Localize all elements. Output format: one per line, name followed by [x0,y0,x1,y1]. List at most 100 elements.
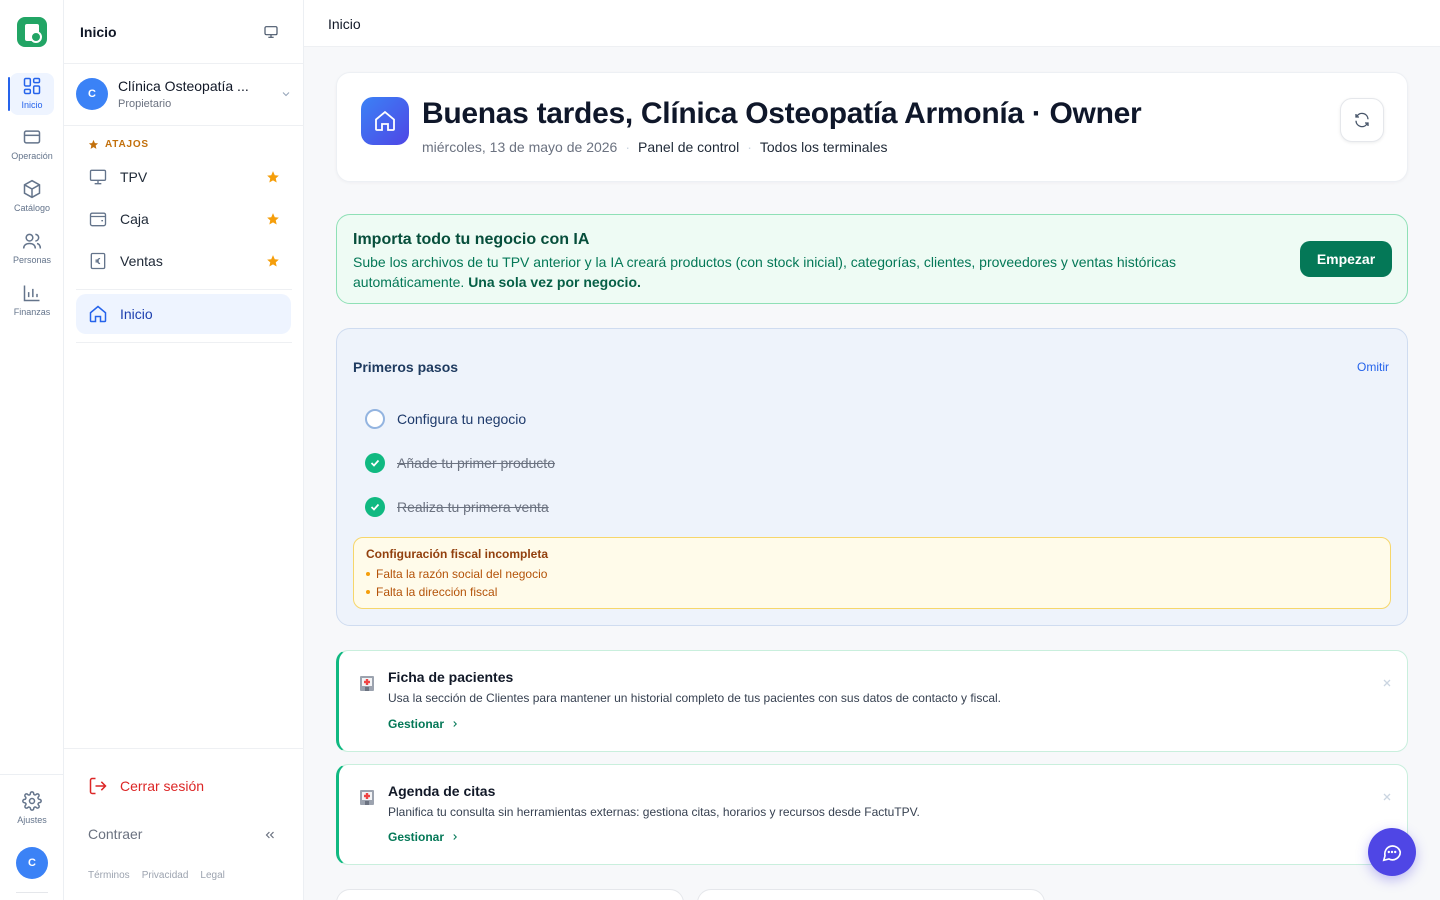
check-circle-icon [365,497,385,517]
shortcut-label: TPV [120,169,148,185]
org-avatar: C [76,78,108,110]
start-import-button[interactable]: Empezar [1300,241,1392,277]
chat-bubble-icon [1382,845,1402,862]
rail-label: Catálogo [13,203,51,213]
sidebar-divider [76,289,292,290]
onboarding-title: Primeros pasos [353,359,459,375]
card-title: Ficha de pacientes [388,669,514,685]
page-title: Buenas tardes, Clínica Osteopatía Armoní… [422,97,1142,130]
topbar: Inicio [304,0,1440,47]
separator-dot: · [747,139,752,155]
chevrons-left-icon[interactable] [263,828,277,842]
manage-link[interactable]: Gestionar [388,830,460,844]
shortcut-caja[interactable]: Caja [76,199,292,239]
onboarding-card: Primeros pasos Omitir Configura tu negoc… [336,328,1408,626]
star-icon[interactable] [266,212,280,226]
monitor-icon[interactable] [262,24,280,40]
home-badge [361,97,409,145]
rail-item-inicio[interactable]: Inicio [0,71,64,115]
manage-link[interactable]: Gestionar [388,717,460,731]
gear-icon [22,791,42,811]
star-icon[interactable] [266,254,280,268]
user-avatar[interactable]: C [16,847,48,879]
import-emphasis: Una sola vez por negocio. [468,274,641,290]
close-icon[interactable] [1381,677,1393,689]
credit-card-icon [23,130,41,144]
rail-label: Personas [12,255,52,265]
rail-label: Operación [11,151,53,161]
rail-item-finanzas[interactable]: Finanzas [0,278,64,322]
rail-item-personas[interactable]: Personas [0,226,64,270]
chat-button[interactable] [1368,828,1416,876]
org-role: Propietario [118,98,172,110]
refresh-icon [1355,112,1369,128]
users-icon [22,233,42,249]
receipt-logo-icon [25,23,42,43]
onboarding-step[interactable]: Añade tu primer producto [365,452,555,474]
star-icon [88,139,99,149]
logout-button[interactable]: Cerrar sesión [88,776,204,796]
sidebar-divider [64,748,304,749]
import-title: Importa todo tu negocio con IA [353,231,590,248]
separator-dot: · [625,139,631,155]
ai-import-banner: Importa todo tu negocio con IA Sube los … [336,214,1408,304]
close-icon[interactable] [1381,791,1393,803]
logout-icon [89,777,107,795]
sidebar-item-inicio[interactable]: Inicio [76,294,291,334]
home-icon [89,305,107,323]
card-title: Agenda de citas [388,783,496,799]
footer-links: Términos Privacidad Legal [88,870,225,881]
skip-onboarding-link[interactable]: Omitir [1357,360,1389,374]
privacy-link[interactable]: Privacidad [142,870,189,881]
card-description: Planifica tu consulta sin herramientas e… [388,805,920,819]
box-icon [23,179,41,199]
org-name: Clínica Osteopatía ... [118,78,249,94]
collapse-button[interactable]: Contraer [88,826,142,842]
stat-card [336,889,684,900]
bullet-icon [366,590,370,594]
onboarding-step[interactable]: Realiza tu primera venta [365,496,549,518]
rail-divider [0,774,64,775]
receipt-euro-icon [90,252,106,270]
rail-label: Finanzas [13,307,51,317]
terms-link[interactable]: Términos [88,870,130,881]
main-content: Buenas tardes, Clínica Osteopatía Armoní… [304,47,1440,900]
fiscal-warning-title: Configuración fiscal incompleta [366,547,549,561]
step-label: Realiza tu primera venta [397,499,549,515]
star-icon[interactable] [266,170,280,184]
sidebar-header: Inicio [64,0,304,64]
shortcuts-heading: ATAJOS [88,139,149,150]
app-logo[interactable] [17,17,47,47]
org-switcher[interactable]: C Clínica Osteopatía ... Propietario [64,64,304,126]
terminal-scope[interactable]: Todos los terminales [760,139,888,155]
step-label: Añade tu primer producto [397,455,555,471]
sidebar: Inicio C Clínica Osteopatía ... Propieta… [64,0,304,900]
sidebar-title: Inicio [80,24,117,40]
fiscal-warning-item: Falta la razón social del negocio [366,567,547,581]
onboarding-step[interactable]: Configura tu negocio [365,408,526,430]
shortcuts-heading-label: ATAJOS [105,139,149,150]
rail-item-catalogo[interactable]: Catálogo [0,174,64,218]
stat-card [697,889,1045,900]
context-label: Panel de control [638,139,740,155]
bullet-icon [366,572,370,576]
rail-item-operacion[interactable]: Operación [0,122,64,166]
shortcut-ventas[interactable]: Ventas [76,241,292,281]
fiscal-warning-item: Falta la dirección fiscal [366,585,497,599]
check-circle-icon [365,453,385,473]
refresh-button[interactable] [1340,98,1384,142]
monitor-icon [89,169,107,185]
fiscal-warning-text: Falta la razón social del negocio [376,567,548,581]
shortcut-tpv[interactable]: TPV [76,157,292,197]
rail-label: Ajustes [17,815,47,825]
fiscal-warning-text: Falta la dirección fiscal [376,585,498,599]
shortcut-label: Caja [120,211,149,227]
rail-item-ajustes[interactable]: Ajustes [0,786,64,830]
tip-card-patients: Ficha de pacientes Usa la sección de Cli… [336,650,1408,752]
chevron-down-icon [282,92,290,97]
app-rail: Inicio Operación Catálogo Personas Finan… [0,0,64,900]
rail-divider [16,892,48,893]
legal-link[interactable]: Legal [200,870,224,881]
step-label: Configura tu negocio [397,411,527,427]
greeting-card: Buenas tardes, Clínica Osteopatía Armoní… [336,72,1408,182]
